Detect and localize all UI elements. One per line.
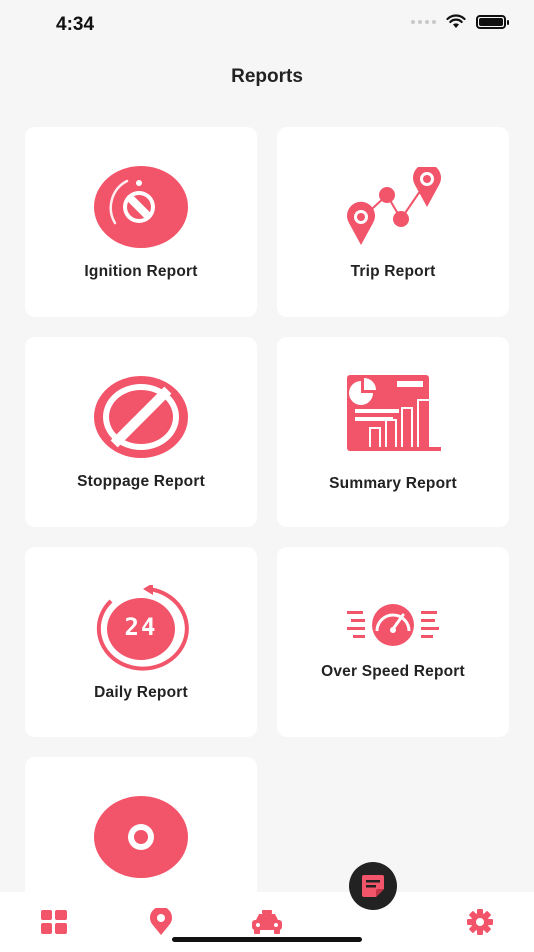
trip-report-label: Trip Report [350,263,436,280]
ignition-icon [25,165,257,249]
battery-icon [476,14,509,29]
cellular-signal-icon [411,19,436,24]
stoppage-report-label: Stoppage Report [77,473,205,490]
daily-24-text: 24 [124,613,158,641]
speedometer-icon [277,603,509,647]
bottom-navigation [0,862,534,952]
status-bar: 4:34 [0,0,534,50]
location-pin-icon[interactable] [146,907,176,937]
settings-icon[interactable] [465,907,495,937]
status-time: 4:34 [56,14,95,35]
ignition-report-label: Ignition Report [84,263,198,280]
page-title: Reports [231,66,303,87]
over-speed-report-label: Over Speed Report [321,663,465,680]
trip-report-card[interactable]: Trip Report [277,127,509,317]
reports-icon[interactable] [349,862,397,910]
car-icon[interactable] [250,907,284,937]
report-circle-icon [25,795,257,879]
daily-report-card[interactable]: 24 Daily Report [25,547,257,737]
trip-route-icon [277,167,509,247]
ignition-report-card[interactable]: Ignition Report [25,127,257,317]
daily-report-label: Daily Report [94,684,188,701]
over-speed-report-card[interactable]: Over Speed Report [277,547,509,737]
dashboard-icon[interactable] [39,907,69,937]
summary-report-card[interactable]: Summary Report [277,337,509,527]
stoppage-icon [25,375,257,459]
status-icons [411,14,509,29]
wifi-icon [446,14,466,28]
summary-report-label: Summary Report [329,475,457,492]
home-indicator [172,937,362,942]
stoppage-report-card[interactable]: Stoppage Report [25,337,257,527]
summary-chart-icon [277,373,509,455]
